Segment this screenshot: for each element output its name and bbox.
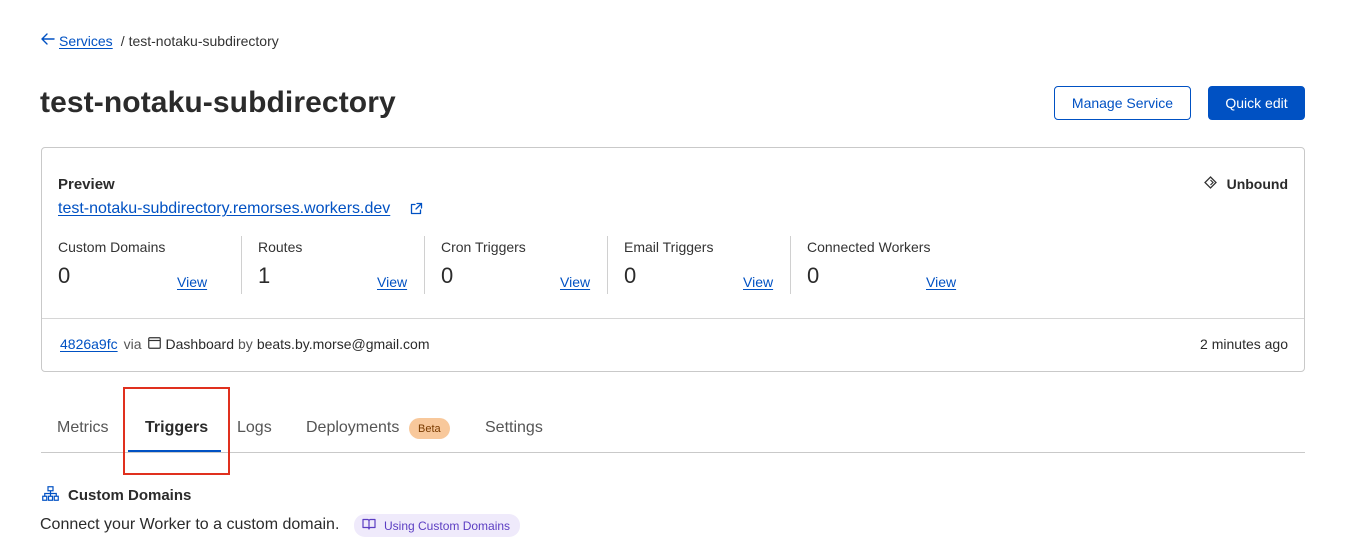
tab-metrics[interactable]: Metrics bbox=[57, 419, 109, 437]
custom-domains-heading: Custom Domains bbox=[42, 486, 191, 505]
deployment-info: 4826a9fc via Dashboard by beats.by.morse… bbox=[60, 336, 430, 352]
trigger-stats: Custom Domains 0 View Routes 1 View Cron… bbox=[58, 236, 973, 294]
doc-link-label[interactable]: Using Custom Domains bbox=[384, 519, 510, 533]
via-text: via bbox=[123, 336, 142, 352]
unbound-status: Unbound bbox=[1203, 176, 1288, 192]
preview-url-link[interactable]: test-notaku-subdirectory.remorses.worker… bbox=[58, 200, 390, 218]
manage-service-button[interactable]: Manage Service bbox=[1054, 86, 1191, 120]
stat-label: Cron Triggers bbox=[441, 239, 526, 255]
tab-bar: Metrics Triggers Logs Deployments Beta S… bbox=[41, 407, 1305, 453]
deployment-source: Dashboard bbox=[165, 336, 235, 352]
tab-settings[interactable]: Settings bbox=[485, 419, 543, 437]
view-custom-domains-link[interactable]: View bbox=[177, 274, 207, 290]
deployment-time: 2 minutes ago bbox=[1200, 336, 1288, 352]
view-routes-link[interactable]: View bbox=[377, 274, 407, 290]
custom-domains-description: Connect your Worker to a custom domain. bbox=[40, 516, 340, 533]
card-divider bbox=[42, 318, 1304, 319]
book-icon bbox=[362, 518, 384, 533]
tab-logs[interactable]: Logs bbox=[237, 419, 272, 437]
sitemap-icon bbox=[42, 486, 68, 505]
stat-connected-workers: Connected Workers 0 View bbox=[790, 236, 973, 294]
highlight-box bbox=[123, 387, 230, 475]
quick-edit-button[interactable]: Quick edit bbox=[1208, 86, 1305, 120]
custom-domains-title: Custom Domains bbox=[68, 487, 192, 504]
view-email-triggers-link[interactable]: View bbox=[743, 274, 773, 290]
breadcrumb-services-link[interactable]: Services bbox=[59, 33, 113, 49]
stat-cron-triggers: Cron Triggers 0 View bbox=[424, 236, 607, 294]
by-text: by bbox=[238, 336, 253, 352]
stat-routes: Routes 1 View bbox=[241, 236, 424, 294]
unbound-label: Unbound bbox=[1226, 176, 1288, 192]
view-connected-workers-link[interactable]: View bbox=[926, 274, 956, 290]
stat-count: 0 bbox=[58, 263, 71, 288]
page-title: test-notaku-subdirectory bbox=[40, 86, 396, 119]
stat-label: Connected Workers bbox=[807, 239, 931, 255]
beta-badge: Beta bbox=[409, 418, 450, 439]
stat-count: 0 bbox=[807, 263, 820, 288]
stat-count: 0 bbox=[624, 263, 637, 288]
stat-custom-domains: Custom Domains 0 View bbox=[58, 236, 241, 294]
stat-label: Routes bbox=[258, 239, 303, 255]
stat-email-triggers: Email Triggers 0 View bbox=[607, 236, 790, 294]
breadcrumb-separator: / bbox=[120, 32, 125, 49]
stat-count: 0 bbox=[441, 263, 454, 288]
page: Services / test-notaku-subdirectory test… bbox=[0, 0, 1372, 547]
breadcrumb-current: test-notaku-subdirectory bbox=[128, 32, 279, 49]
breadcrumb: Services / test-notaku-subdirectory bbox=[41, 32, 279, 49]
stat-label: Custom Domains bbox=[58, 239, 166, 255]
deployment-author-email: beats.by.morse@gmail.com bbox=[256, 336, 430, 352]
dashboard-icon bbox=[147, 336, 161, 352]
deployment-hash-link[interactable]: 4826a9fc bbox=[60, 336, 118, 352]
arrow-left-icon[interactable] bbox=[41, 32, 55, 49]
tab-deployments[interactable]: Deployments bbox=[306, 419, 399, 437]
external-link-icon[interactable] bbox=[410, 202, 423, 215]
stat-count: 1 bbox=[258, 263, 271, 288]
unbound-icon bbox=[1203, 176, 1227, 192]
preview-label: Preview bbox=[58, 176, 115, 193]
using-custom-domains-doc-link[interactable]: Using Custom Domains bbox=[354, 514, 521, 537]
preview-card: Preview test-notaku-subdirectory.remorse… bbox=[41, 147, 1305, 372]
view-cron-triggers-link[interactable]: View bbox=[560, 274, 590, 290]
stat-label: Email Triggers bbox=[624, 239, 714, 255]
